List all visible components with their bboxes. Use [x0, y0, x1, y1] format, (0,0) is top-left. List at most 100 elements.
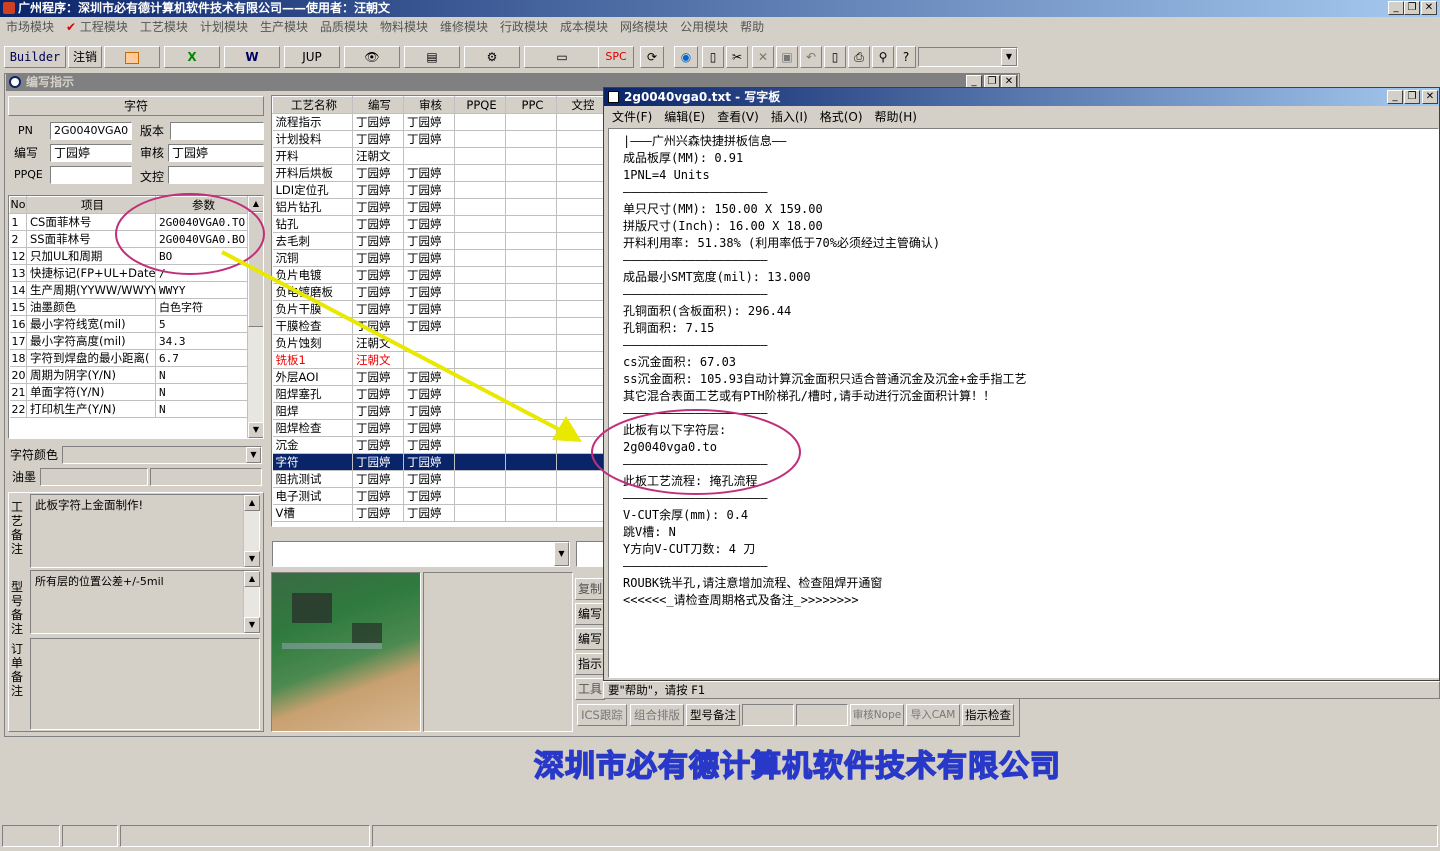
process-cell-writer[interactable]: 丁园婷	[352, 232, 404, 250]
process-cell-empty[interactable]	[454, 487, 506, 505]
process-cell-empty[interactable]	[454, 181, 506, 199]
process-cell-empty[interactable]	[454, 147, 506, 165]
process-row[interactable]: 去毛刺 丁园婷 丁园婷	[272, 232, 605, 250]
process-cell-review[interactable]: 丁园婷	[403, 113, 455, 131]
delete-button[interactable]: ✕	[752, 46, 774, 68]
print-button[interactable]: ⎙	[848, 46, 870, 68]
process-cell-empty[interactable]	[505, 181, 557, 199]
notepad-menu-edit[interactable]: 编辑(E)	[664, 107, 705, 127]
menu-cost[interactable]: 成本模块	[560, 17, 608, 37]
order-note-field[interactable]	[30, 638, 260, 730]
char-color-select[interactable]: ▼	[62, 446, 262, 464]
process-row[interactable]: 阻抗测试 丁园婷 丁园婷	[272, 470, 605, 488]
process-cell-empty[interactable]	[454, 453, 506, 471]
scroll-thumb[interactable]	[248, 212, 263, 327]
process-cell-writer[interactable]: 丁园婷	[352, 470, 404, 488]
params-cell-item[interactable]: 最小字符高度(mil)	[26, 332, 156, 350]
process-cell-empty[interactable]	[454, 164, 506, 182]
process-cell-writer[interactable]: 丁园婷	[352, 198, 404, 216]
process-cell-review[interactable]: 丁园婷	[403, 385, 455, 403]
params-cell-item[interactable]: 油墨颜色	[26, 298, 156, 316]
process-cell-empty[interactable]	[505, 232, 557, 250]
word-button[interactable]: W	[224, 46, 280, 68]
menu-material[interactable]: 物料模块	[380, 17, 428, 37]
process-cell-empty[interactable]	[505, 249, 557, 267]
params-cell-item[interactable]: SS面菲林号	[26, 230, 156, 248]
help-button[interactable]: ?	[896, 46, 916, 68]
params-header-no[interactable]: No	[9, 196, 27, 214]
params-cell-value[interactable]: 34.3	[155, 332, 249, 350]
params-cell-item[interactable]: 打印机生产(Y/N)	[26, 400, 156, 418]
cut-button[interactable]: ✂	[726, 46, 748, 68]
settings-button[interactable]: ⚙	[464, 46, 520, 68]
process-cell-empty[interactable]	[505, 368, 557, 386]
process-cell-empty[interactable]	[454, 249, 506, 267]
process-cell-empty[interactable]	[556, 402, 605, 420]
process-cell-name[interactable]: V槽	[272, 504, 353, 522]
process-cell-empty[interactable]	[454, 419, 506, 437]
process-row[interactable]: 阻焊检查 丁园婷 丁园婷	[272, 419, 605, 437]
process-cell-review[interactable]: 丁园婷	[403, 453, 455, 471]
process-cell-writer[interactable]: 丁园婷	[352, 385, 404, 403]
process-cell-empty[interactable]	[454, 266, 506, 284]
process-cell-empty[interactable]	[556, 487, 605, 505]
logout-button[interactable]: 注销	[68, 46, 102, 68]
process-cell-empty[interactable]	[556, 164, 605, 182]
review-field[interactable]: 丁园婷	[168, 144, 264, 162]
notepad-minimize-icon[interactable]: _	[1387, 90, 1403, 104]
process-cell-name[interactable]: 阻焊	[272, 402, 353, 420]
params-cell-item[interactable]: 周期为阴字(Y/N)	[26, 366, 156, 384]
process-cell-writer[interactable]: 丁园婷	[352, 249, 404, 267]
process-cell-empty[interactable]	[556, 283, 605, 301]
copy-button[interactable]: 复制	[575, 578, 605, 600]
process-row[interactable]: 阻焊 丁园婷 丁园婷	[272, 402, 605, 420]
builder-button[interactable]: Builder	[4, 46, 66, 68]
notepad-menu-help[interactable]: 帮助(H)	[875, 107, 917, 127]
menu-network[interactable]: 网络模块	[620, 17, 668, 37]
process-cell-empty[interactable]	[556, 232, 605, 250]
process-cell-empty[interactable]	[505, 215, 557, 233]
process-row[interactable]: 流程指示 丁园婷 丁园婷	[272, 113, 605, 131]
process-cell-empty[interactable]	[556, 198, 605, 216]
minimize-icon[interactable]: _	[1388, 1, 1404, 15]
params-cell-item[interactable]: 只加UL和周期	[26, 247, 156, 265]
process-cell-empty[interactable]	[556, 368, 605, 386]
process-cell-writer[interactable]: 汪朝文	[352, 334, 404, 352]
params-cell-no[interactable]: 2	[9, 230, 27, 248]
menu-help[interactable]: 帮助	[740, 17, 764, 37]
notepad-menu-format[interactable]: 格式(O)	[820, 107, 863, 127]
process-row[interactable]: 铣板1 汪朝文	[272, 351, 605, 369]
notepad-menu-file[interactable]: 文件(F)	[612, 107, 652, 127]
new-button[interactable]: ▯	[702, 46, 724, 68]
process-cell-writer[interactable]: 丁园婷	[352, 419, 404, 437]
toolbar-combo[interactable]: ▼	[918, 47, 1018, 67]
process-cell-empty[interactable]	[454, 368, 506, 386]
process-cell-writer[interactable]: 丁园婷	[352, 266, 404, 284]
params-cell-no[interactable]: 16	[9, 315, 27, 333]
process-row[interactable]: 阻焊塞孔 丁园婷 丁园婷	[272, 385, 605, 403]
process-cell-writer[interactable]: 丁园婷	[352, 283, 404, 301]
process-cell-name[interactable]: 开料后烘板	[272, 164, 353, 182]
params-cell-value[interactable]: 5	[155, 315, 249, 333]
undo-button[interactable]: ↶	[800, 46, 822, 68]
params-cell-no[interactable]: 22	[9, 400, 27, 418]
process-cell-empty[interactable]	[505, 504, 557, 522]
process-cell-empty[interactable]	[556, 300, 605, 318]
params-cell-item[interactable]: 生产周期(YYWW/WWYY)	[26, 281, 156, 299]
tools-button[interactable]: 工具	[575, 678, 605, 700]
process-cell-empty[interactable]	[505, 470, 557, 488]
process-row[interactable]: LDI定位孔 丁园婷 丁园婷	[272, 181, 605, 199]
params-cell-value[interactable]: 2G0040VGA0.TO	[155, 213, 249, 231]
process-cell-review[interactable]: 丁园婷	[403, 436, 455, 454]
process-cell-empty[interactable]	[556, 470, 605, 488]
ink-field[interactable]	[40, 468, 148, 486]
check-instruct-button[interactable]: 指示检查	[962, 704, 1014, 726]
process-cell-review[interactable]: 丁园婷	[403, 249, 455, 267]
process-cell-name[interactable]: 铣板1	[272, 351, 353, 369]
params-cell-no[interactable]: 15	[9, 298, 27, 316]
process-cell-writer[interactable]: 丁园婷	[352, 300, 404, 318]
ink-field-2[interactable]	[150, 468, 262, 486]
process-cell-name[interactable]: LDI定位孔	[272, 181, 353, 199]
params-row[interactable]: 12 只加UL和周期 BO	[9, 247, 249, 265]
import-cam-button[interactable]: 导入CAM	[906, 704, 960, 726]
